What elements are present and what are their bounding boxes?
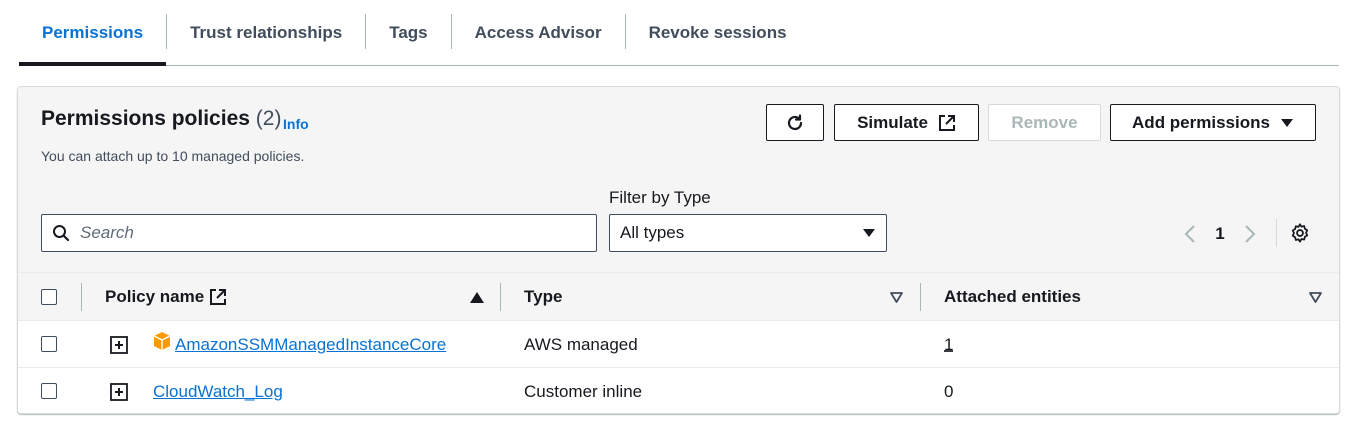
caret-down-icon xyxy=(1280,118,1293,127)
tab-bar: Permissions Trust relationships Tags Acc… xyxy=(19,0,1339,66)
external-link-icon xyxy=(210,289,227,305)
policy-name[interactable]: CloudWatch_Log xyxy=(153,382,283,402)
policy-type: Customer inline xyxy=(524,381,643,401)
policy-name-link[interactable]: CloudWatch_Log xyxy=(153,368,283,413)
expand-row-icon[interactable] xyxy=(110,383,128,401)
column-header-type[interactable]: Type xyxy=(524,273,562,321)
tab-permissions[interactable]: Permissions xyxy=(19,0,167,66)
table-row: CloudWatch_Log Customer inline 0 xyxy=(18,368,1339,413)
filter-by-type-label: Filter by Type xyxy=(609,188,711,207)
simulate-label: Simulate xyxy=(857,112,928,132)
chevron-left-icon xyxy=(1184,225,1195,243)
tab-access-advisor[interactable]: Access Advisor xyxy=(452,0,625,65)
tab-label: Access Advisor xyxy=(474,22,602,42)
sort-caret-icon[interactable] xyxy=(1309,292,1322,303)
filter-type-select[interactable]: All types xyxy=(609,214,887,252)
refresh-button[interactable] xyxy=(766,104,824,141)
column-divider xyxy=(500,283,501,311)
select-all-checkbox[interactable] xyxy=(41,289,57,305)
permissions-policies-panel: Permissions policies (2) Info You can at… xyxy=(17,86,1340,414)
expand-row-icon[interactable] xyxy=(110,336,128,354)
remove-button[interactable]: Remove xyxy=(988,104,1101,141)
tab-label: Revoke sessions xyxy=(648,22,787,42)
panel-header: Permissions policies (2) Info You can at… xyxy=(18,87,1339,272)
previous-page-button[interactable] xyxy=(1178,224,1202,244)
column-label: Type xyxy=(524,287,563,306)
policy-count: (2) xyxy=(255,107,282,130)
simulate-button[interactable]: Simulate xyxy=(834,104,979,141)
search-icon xyxy=(42,224,80,242)
policy-name-link[interactable]: AmazonSSMManagedInstanceCore xyxy=(175,321,446,368)
attached-entities-count: 0 xyxy=(944,381,954,401)
info-link[interactable]: Info xyxy=(283,116,309,132)
gear-icon xyxy=(1291,223,1309,243)
pagination-divider xyxy=(1276,219,1277,247)
panel-title: Permissions policies (2) xyxy=(41,107,281,131)
next-page-button[interactable] xyxy=(1238,224,1262,244)
tab-label: Permissions xyxy=(42,22,144,42)
add-permissions-label: Add permissions xyxy=(1132,112,1270,132)
policy-type: AWS managed xyxy=(524,334,638,354)
column-header-attached-entities[interactable]: Attached entities xyxy=(944,273,1081,321)
remove-label: Remove xyxy=(1011,112,1078,132)
tab-tags[interactable]: Tags xyxy=(366,0,450,65)
pagination: 1 xyxy=(1178,221,1262,247)
row-checkbox[interactable] xyxy=(41,383,57,399)
panel-title-text: Permissions policies xyxy=(41,107,250,130)
tab-revoke-sessions[interactable]: Revoke sessions xyxy=(626,0,810,65)
filter-type-value: All types xyxy=(620,223,685,242)
external-link-icon xyxy=(938,114,955,131)
column-header-policy-name[interactable]: Policy name xyxy=(105,273,227,321)
row-checkbox[interactable] xyxy=(41,336,57,352)
tab-label: Tags xyxy=(389,22,428,42)
policy-name[interactable]: AmazonSSMManagedInstanceCore xyxy=(175,335,446,355)
preferences-button[interactable] xyxy=(1289,222,1311,249)
aws-managed-cube-icon xyxy=(153,332,171,350)
add-permissions-button[interactable]: Add permissions xyxy=(1110,104,1316,141)
column-divider xyxy=(920,283,921,311)
page-number[interactable]: 1 xyxy=(1202,224,1238,244)
caret-down-icon xyxy=(863,229,875,237)
chevron-right-icon xyxy=(1245,225,1256,243)
search-input[interactable] xyxy=(80,223,580,243)
sort-ascending-icon[interactable] xyxy=(470,292,484,303)
column-divider xyxy=(81,283,82,311)
column-label: Policy name xyxy=(105,287,205,306)
tab-label: Trust relationships xyxy=(190,22,343,42)
attached-entities-count[interactable]: 1 xyxy=(944,335,953,355)
panel-description: You can attach up to 10 managed policies… xyxy=(41,148,305,164)
sort-caret-icon[interactable] xyxy=(890,292,903,303)
refresh-icon xyxy=(787,113,803,130)
table-row: AmazonSSMManagedInstanceCore AWS managed… xyxy=(18,321,1339,368)
table-header: Policy name Type Attached entities xyxy=(18,272,1339,321)
attached-entities-link[interactable]: 1 xyxy=(944,321,953,368)
search-box[interactable] xyxy=(41,214,597,252)
tab-trust-relationships[interactable]: Trust relationships xyxy=(167,0,365,65)
column-label: Attached entities xyxy=(944,287,1081,306)
